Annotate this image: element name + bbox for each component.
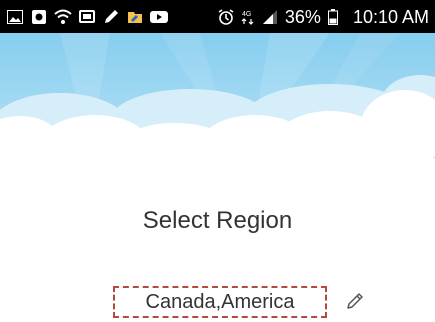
status-time: 10:10 AM <box>352 6 429 27</box>
region-selector[interactable]: Canada,America <box>113 286 327 318</box>
cast-icon <box>78 8 96 26</box>
battery-percent: 36% <box>284 6 321 27</box>
status-bar-system: 4G 36% 10:10 AM <box>217 8 429 26</box>
wifi-icon <box>54 8 72 26</box>
signal-icon <box>261 8 279 26</box>
selected-region-value: Canada,America <box>145 290 295 313</box>
youtube-icon <box>150 8 168 26</box>
header-sky-banner <box>0 33 435 183</box>
alarm-icon <box>217 8 235 26</box>
page-title: Select Region <box>142 207 293 234</box>
svg-text:4G: 4G <box>242 11 251 18</box>
status-bar-notifications <box>6 8 174 26</box>
camera-icon <box>30 8 48 26</box>
sky-clouds-illustration <box>0 33 435 183</box>
edit-region-button[interactable] <box>344 290 366 312</box>
folder-icon <box>126 8 144 26</box>
pencil-icon <box>102 8 120 26</box>
image-icon <box>6 8 24 26</box>
status-bar: 4G 36% 10:10 AM <box>0 0 435 33</box>
lte-4g-icon: 4G <box>239 8 257 26</box>
battery-icon <box>324 8 342 26</box>
pencil-icon <box>347 293 363 309</box>
